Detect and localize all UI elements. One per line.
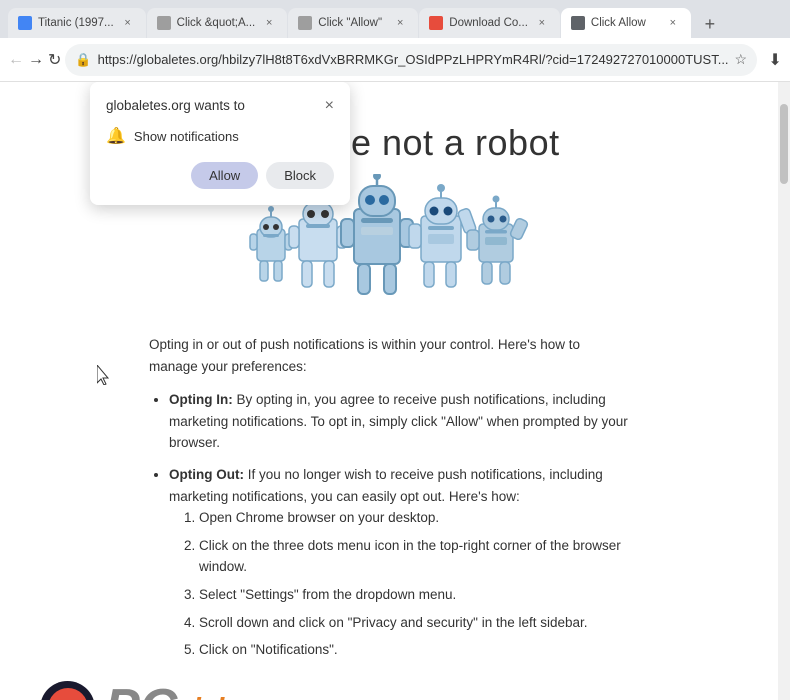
step-5: Click on "Notifications".: [199, 639, 629, 661]
tab-5-favicon: [571, 16, 585, 30]
popup-notification-text: Show notifications: [134, 129, 239, 144]
new-tab-button[interactable]: +: [696, 10, 724, 38]
tab-2-favicon: [157, 16, 171, 30]
bell-icon: 🔔: [106, 126, 126, 146]
tab-3-title: Click "Allow": [318, 17, 386, 29]
pc-text: PC: [105, 682, 177, 700]
tab-3-close[interactable]: ×: [392, 15, 408, 31]
tab-1-favicon: [18, 16, 32, 30]
forward-button[interactable]: →: [28, 46, 44, 74]
content-paragraph: Opting in or out of push notifications i…: [149, 334, 629, 377]
tab-2-title: Click &quot;A...: [177, 17, 256, 29]
popup-buttons: Allow Block: [106, 162, 334, 189]
tab-1[interactable]: Titanic (1997... ×: [8, 8, 146, 38]
tab-1-title: Titanic (1997...: [38, 17, 114, 29]
address-bar[interactable]: 🔒 https://globaletes.org/hbilzy7lH8t8T6x…: [65, 44, 757, 76]
scrollbar[interactable]: [778, 82, 790, 700]
tab-5-title: Click Allow: [591, 17, 659, 29]
step-3: Select "Settings" from the dropdown menu…: [199, 584, 629, 606]
opting-in-text: By opting in, you agree to receive push …: [169, 392, 628, 450]
content-text: Opting in or out of push notifications i…: [149, 334, 629, 661]
download-button[interactable]: ⬇: [761, 46, 789, 74]
block-button[interactable]: Block: [266, 162, 334, 189]
popup-title: globaletes.org wants to: [106, 98, 245, 113]
tab-bar: Titanic (1997... × Click &quot;A... × Cl…: [0, 0, 790, 38]
tab-4[interactable]: Download Co... ×: [419, 8, 560, 38]
opting-out-item: Opting Out: If you no longer wish to rec…: [169, 464, 629, 661]
pc-logo-circle: [40, 681, 95, 700]
tab-5[interactable]: Click Allow ×: [561, 8, 691, 38]
popup-notification-row: 🔔 Show notifications: [106, 126, 334, 146]
tab-2-close[interactable]: ×: [261, 15, 277, 31]
tab-3[interactable]: Click "Allow" ×: [288, 8, 418, 38]
toolbar-actions: ⬇ 👤 ⋮: [761, 46, 790, 74]
tab-3-favicon: [298, 16, 312, 30]
refresh-button[interactable]: ↻: [48, 46, 61, 74]
notification-popup: globaletes.org wants to × 🔔 Show notific…: [90, 82, 350, 205]
logo-area: PC risk.com: [40, 681, 738, 700]
step-1: Open Chrome browser on your desktop.: [199, 507, 629, 529]
url-text: https://globaletes.org/hbilzy7lH8t8T6xdV…: [98, 52, 729, 67]
opting-in-title: Opting In:: [169, 392, 233, 407]
opting-in-item: Opting In: By opting in, you agree to re…: [169, 389, 629, 454]
tab-4-close[interactable]: ×: [534, 15, 550, 31]
scrollbar-thumb[interactable]: [780, 104, 788, 184]
bookmark-icon[interactable]: ☆: [735, 51, 748, 68]
tab-1-close[interactable]: ×: [120, 15, 136, 31]
step-4: Scroll down and click on "Privacy and se…: [199, 612, 629, 634]
browser-window: Titanic (1997... × Click &quot;A... × Cl…: [0, 0, 790, 700]
toolbar: ← → ↻ 🔒 https://globaletes.org/hbilzy7lH…: [0, 38, 790, 82]
pc-logo-inner: [48, 688, 88, 700]
page-content: globaletes.org wants to × 🔔 Show notific…: [0, 82, 778, 700]
allow-button[interactable]: Allow: [191, 162, 258, 189]
lock-icon: 🔒: [75, 52, 91, 68]
content-list: Opting In: By opting in, you agree to re…: [169, 389, 629, 661]
tab-4-favicon: [429, 16, 443, 30]
tab-2[interactable]: Click &quot;A... ×: [147, 8, 288, 38]
back-button[interactable]: ←: [8, 46, 24, 74]
tab-4-title: Download Co...: [449, 17, 528, 29]
popup-header: globaletes.org wants to ×: [106, 98, 334, 114]
opting-out-title: Opting Out:: [169, 467, 244, 482]
content-area: globaletes.org wants to × 🔔 Show notific…: [0, 82, 790, 700]
tab-5-close[interactable]: ×: [665, 15, 681, 31]
risk-text: risk.com: [182, 692, 297, 700]
popup-close-button[interactable]: ×: [325, 98, 334, 114]
step-2: Click on the three dots menu icon in the…: [199, 535, 629, 578]
steps-list: Open Chrome browser on your desktop. Cli…: [199, 507, 629, 661]
